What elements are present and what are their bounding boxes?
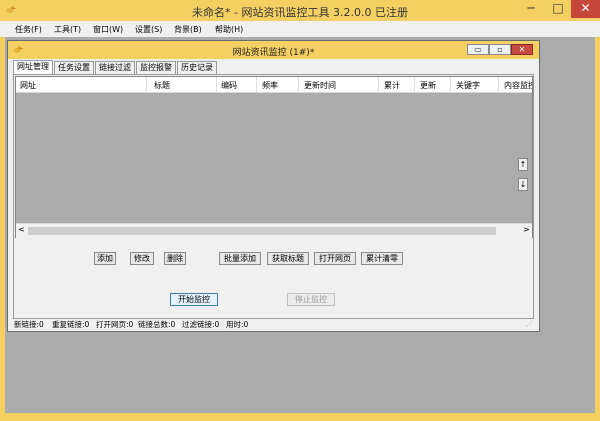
column-divider[interactable] [498,77,499,92]
column-content-monitor[interactable]: 内容监控 [504,80,532,91]
column-divider[interactable] [216,77,217,92]
status-elapsed: 用时:0 [226,320,249,329]
delete-button[interactable]: 删除 [164,252,186,265]
column-divider[interactable] [450,77,451,92]
menu-bar: 任务(F) 工具(T) 窗口(W) 设置(S) 背景(B) 帮助(H) [0,21,600,37]
column-frequency[interactable]: 频率 [262,80,278,91]
column-title[interactable]: 标题 [154,80,170,91]
menu-help[interactable]: 帮助(H) [215,24,243,35]
move-up-button[interactable]: ↑ [518,158,528,171]
open-page-button[interactable]: 打开网页 [314,252,356,265]
url-list[interactable]: 网址 标题 编码 频率 更新时间 累计 更新 关键字 内容监控 < > [15,76,533,238]
column-keyword[interactable]: 关键字 [456,80,480,91]
tab-url-manage[interactable]: 网址管理 [13,60,53,75]
column-update-time[interactable]: 更新时间 [304,80,336,91]
scroll-right-icon[interactable]: > [523,225,530,234]
stop-monitor-button[interactable]: 停止监控 [287,293,335,306]
window-frame-right [595,37,600,413]
tab-task-settings[interactable]: 任务设置 [54,61,94,74]
child-minimize-button[interactable]: ▭ [467,44,489,55]
get-title-button[interactable]: 获取标题 [267,252,309,265]
resize-grip-icon[interactable]: ⋰ [526,320,533,328]
status-duplicate-links: 重复链接:0 [52,320,90,329]
child-maximize-button[interactable]: ▫ [489,44,511,55]
horizontal-scrollbar[interactable]: < > [16,223,532,238]
edit-button[interactable]: 修改 [130,252,154,265]
menu-tools[interactable]: 工具(T) [54,24,81,35]
clear-total-button[interactable]: 累计清零 [361,252,403,265]
column-divider[interactable] [298,77,299,92]
tab-link-filter[interactable]: 链接过滤 [95,61,135,74]
tab-history[interactable]: 历史记录 [177,61,217,74]
column-divider[interactable] [378,77,379,92]
close-button[interactable]: ✕ [571,0,600,18]
minimize-button[interactable]: ─ [518,0,544,18]
menu-task[interactable]: 任务(F) [15,24,42,35]
column-divider[interactable] [414,77,415,92]
batch-add-button[interactable]: 批量添加 [219,252,261,265]
list-header: 网址 标题 编码 频率 更新时间 累计 更新 关键字 内容监控 [16,77,532,93]
app-title-bar: 未命名* - 网站资讯监控工具 3.2.0.0 已注册 ─ □ ✕ [0,0,600,21]
status-total-links: 链接总数:0 [138,320,176,329]
column-encoding[interactable]: 编码 [221,80,237,91]
status-open-pages: 打开网页:0 [96,320,134,329]
scroll-left-icon[interactable]: < [18,225,25,234]
scrollbar-thumb[interactable] [28,227,496,235]
status-filtered-links: 过滤链接:0 [182,320,220,329]
column-updated[interactable]: 更新 [420,80,436,91]
move-down-button[interactable]: ↓ [518,178,528,191]
app-title: 未命名* - 网站资讯监控工具 3.2.0.0 已注册 [192,6,408,19]
menu-background[interactable]: 背景(B) [174,24,202,35]
child-title-bar[interactable]: 网站资讯监控 (1#)* ▭ ▫ ✕ [8,41,539,59]
column-divider[interactable] [256,77,257,92]
tab-monitor-alert[interactable]: 监控报警 [136,61,176,74]
child-window: 网站资讯监控 (1#)* ▭ ▫ ✕ 网址管理 任务设置 链接过滤 监控报警 历… [7,40,540,332]
add-button[interactable]: 添加 [94,252,116,265]
menu-settings[interactable]: 设置(S) [135,24,162,35]
column-total[interactable]: 累计 [384,80,400,91]
column-url[interactable]: 网址 [20,80,36,91]
status-new-links: 新链接:0 [14,320,44,329]
child-close-button[interactable]: ✕ [511,44,533,55]
window-frame-bottom [0,413,600,421]
child-title: 网站资讯监控 (1#)* [232,48,315,58]
status-bar: 新链接:0 重复链接:0 打开网页:0 链接总数:0 过滤链接:0 用时:0 ⋰ [8,315,539,331]
column-divider[interactable] [146,77,147,92]
start-monitor-button[interactable]: 开始监控 [170,293,218,306]
menu-window[interactable]: 窗口(W) [93,24,123,35]
maximize-button[interactable]: □ [545,0,571,18]
